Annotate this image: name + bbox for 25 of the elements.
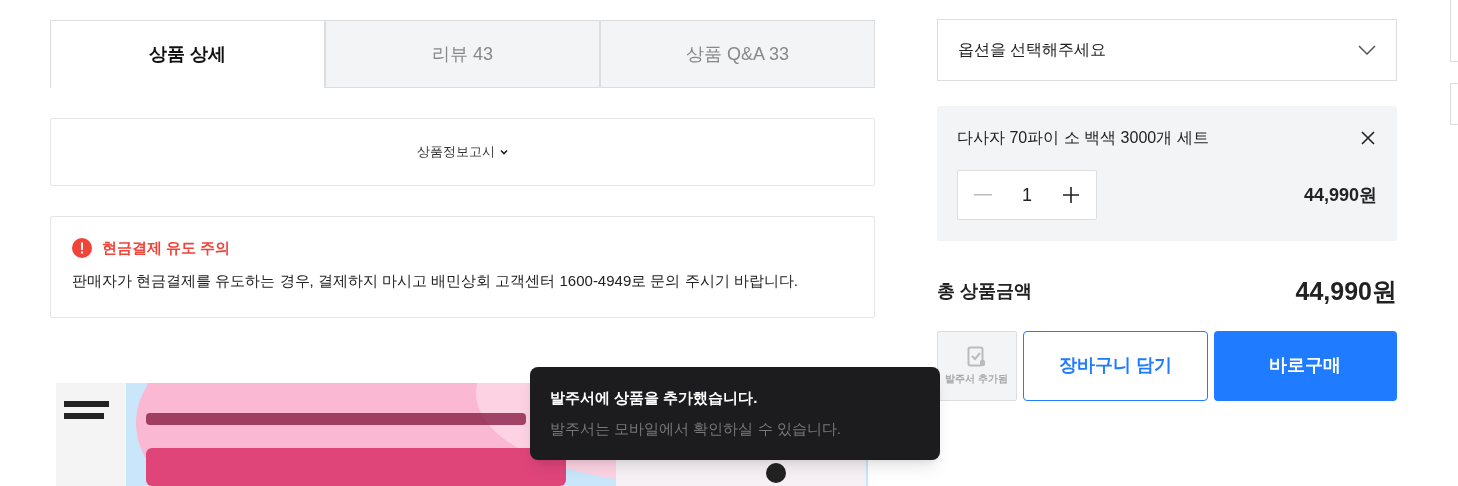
quantity-value: 1: [1022, 183, 1032, 207]
buy-now-button[interactable]: 바로구매: [1213, 330, 1397, 401]
minus-icon: [974, 194, 992, 196]
chevron-icon: [1358, 45, 1376, 55]
alert-icon: [72, 238, 92, 259]
document-check-icon: [966, 345, 987, 368]
tab[interactable]: 리뷰 43: [325, 20, 600, 88]
total-label: 총 상품금액: [937, 280, 1032, 304]
plus-icon: [1062, 186, 1080, 204]
option-name: 다사자 70파이 소 백색 3000개 세트: [957, 128, 1209, 148]
option-price: 44,990원: [1303, 183, 1377, 207]
toast-message: 발주서는 모바일에서 확인하실 수 있습니다.: [550, 418, 842, 439]
increase-button[interactable]: [1061, 185, 1081, 205]
warning-text: 판매자가 현금결제를 유도하는 경우, 결제하지 마시고 배민상회 고객센터 1600-4949로 문의 주시기 바랍니다.: [72, 270, 799, 291]
tab[interactable]: 상품 상세: [50, 20, 325, 88]
tab[interactable]: 상품 Q&A 33: [600, 20, 875, 88]
close-icon: [1360, 130, 1376, 146]
add-to-cart-button[interactable]: 장바구니 담기: [1022, 330, 1208, 401]
toast-title: 발주서에 상품을 추가했습니다.: [550, 388, 759, 408]
total-amount: 44,990원: [1295, 276, 1397, 307]
warning-title: 현금결제 유도 주의: [102, 238, 231, 258]
option-select[interactable]: 옵션을 선택해주세요: [937, 19, 1397, 81]
chevron-icon: [498, 147, 509, 157]
product-info-toggle[interactable]: 상품정보고시: [50, 118, 875, 186]
close-button[interactable]: [1359, 129, 1377, 147]
